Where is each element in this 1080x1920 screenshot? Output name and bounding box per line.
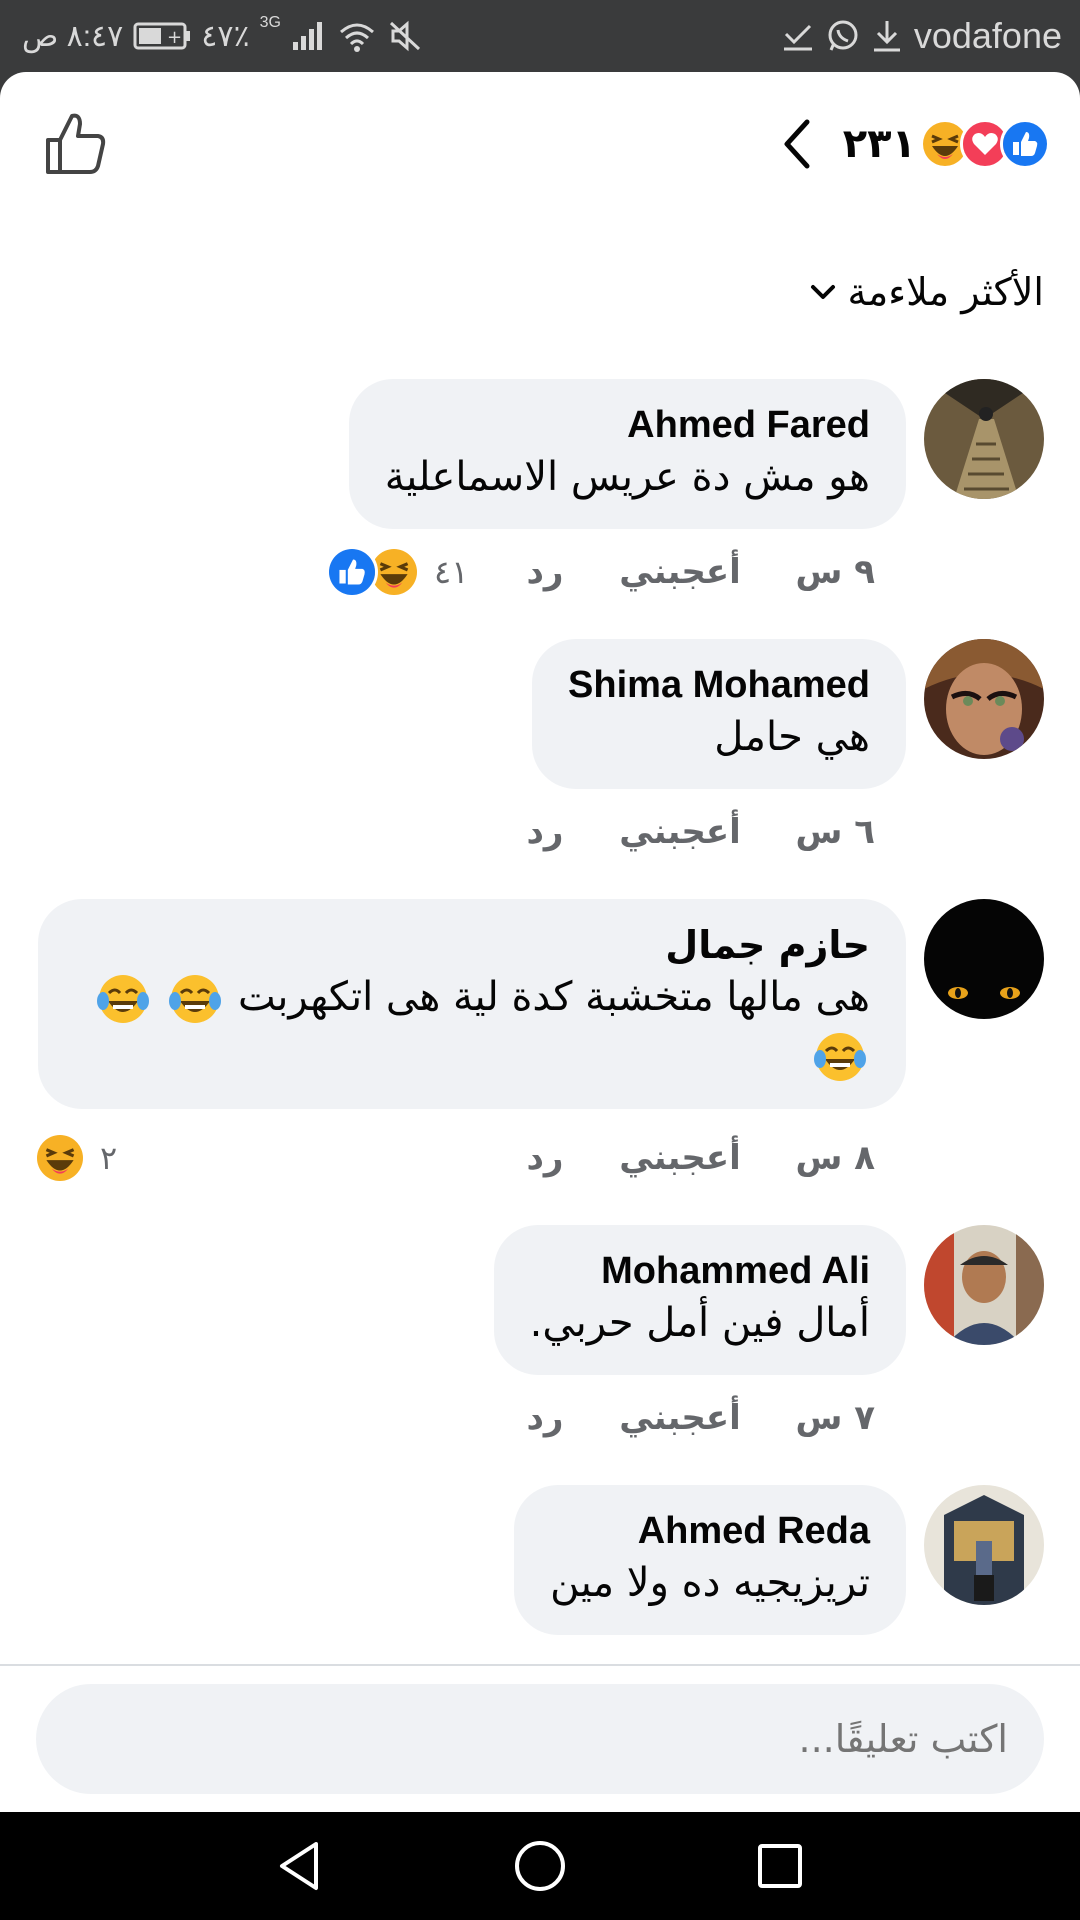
reaction-count: ٢٣١ [842, 122, 916, 166]
reaction-count: ٢ [100, 1139, 118, 1177]
comment-actions: ٧ س أعجبني رد [505, 1398, 875, 1438]
like-button[interactable]: أعجبني [615, 1398, 745, 1438]
recents-nav-icon[interactable] [750, 1836, 810, 1896]
comment-bubble[interactable]: Ahmed Fared هو مش دة عريس الاسماعلية [348, 379, 906, 529]
comment-input[interactable] [36, 1684, 1044, 1794]
back-nav-icon[interactable] [270, 1836, 330, 1896]
clock: ٨:٤٧ ص [22, 19, 124, 53]
comment-actions: ٩ س أعجبني رد [505, 552, 875, 592]
like-button[interactable]: أعجبني [615, 1138, 745, 1178]
mute-icon [387, 19, 423, 53]
avatar[interactable] [924, 1485, 1044, 1605]
comment-text: أمال فين أمل حربي. [529, 1300, 870, 1346]
svg-text:+: + [167, 27, 182, 48]
like-reaction-icon [326, 546, 378, 598]
comment-time: ٨ س [795, 1138, 875, 1178]
comment-text: هي حامل [714, 714, 870, 760]
avatar[interactable] [924, 379, 1044, 499]
comment-author[interactable]: Mohammed Ali [530, 1247, 870, 1295]
like-outline-icon[interactable] [42, 110, 108, 176]
like-button[interactable]: أعجبني [615, 552, 745, 592]
comment-reactions[interactable]: ٢ [34, 1132, 117, 1184]
home-nav-icon[interactable] [510, 1836, 570, 1896]
system-navigation-bar [0, 1812, 1080, 1920]
comment-text: هى مالها متخشبة كدة لية هى اتكهربت [74, 969, 870, 1085]
network-type: 3G [259, 14, 281, 31]
battery-percent: ٤٧٪ [201, 19, 250, 53]
comment-reactions[interactable]: ٤١ [326, 546, 468, 598]
comment-author[interactable]: Shima Mohamed [568, 661, 870, 709]
comment-text: هو مش دة عريس الاسماعلية [384, 454, 870, 500]
download-icon [872, 19, 902, 53]
comment-author[interactable]: Ahmed Fared [385, 401, 870, 449]
reply-button[interactable]: رد [505, 1138, 585, 1178]
reaction-summary[interactable]: ٢٣١ [777, 116, 1050, 172]
comment-author[interactable]: حازم جمال [74, 921, 870, 969]
chevron-left-icon[interactable] [777, 116, 817, 172]
comment-bubble[interactable]: Mohammed Ali أمال فين أمل حربي. [493, 1225, 906, 1375]
comment-author[interactable]: Ahmed Reda [550, 1507, 870, 1555]
comment-bubble[interactable]: Ahmed Reda تريزيجيه ده ولا مين [514, 1485, 906, 1635]
tears-of-joy-icon [167, 971, 223, 1027]
chevron-down-icon [810, 285, 835, 299]
status-bar: ٨:٤٧ ص + ٤٧٪ 3G vodafone [0, 0, 1080, 72]
comments-sheet: ٢٣١ الأكثر ملاءمة Ahmed Fared هو مش دة ع… [0, 72, 1080, 1812]
like-reaction-icon [1000, 119, 1050, 169]
reaction-count: ٤١ [434, 553, 469, 591]
comment-time: ٧ س [795, 1398, 875, 1438]
haha-reaction-icon [34, 1132, 86, 1184]
tears-of-joy-icon [95, 971, 151, 1027]
sort-dropdown[interactable]: الأكثر ملاءمة [808, 262, 1044, 322]
carrier-name: vodafone [913, 15, 1062, 56]
comment-text: تريزيجيه ده ولا مين [550, 1560, 870, 1606]
comment-actions: ٨ س أعجبني رد [505, 1138, 875, 1178]
avatar[interactable] [924, 1225, 1044, 1345]
avatar[interactable] [924, 899, 1044, 1019]
like-button[interactable]: أعجبني [615, 812, 745, 852]
comment-bubble[interactable]: حازم جمال هى مالها متخشبة كدة لية هى اتك… [38, 899, 906, 1109]
status-left: ٨:٤٧ ص + ٤٧٪ 3G [22, 14, 423, 58]
comment-time: ٦ س [795, 812, 875, 852]
signal-icon [291, 20, 327, 52]
comment-actions: ٦ س أعجبني رد [505, 812, 875, 852]
battery-icon: + [133, 21, 191, 51]
comment-bubble[interactable]: Shima Mohamed هي حامل [532, 639, 906, 789]
status-right: vodafone [782, 14, 1062, 58]
comment-time: ٩ س [795, 552, 875, 592]
reply-button[interactable]: رد [505, 1398, 585, 1438]
whatsapp-icon [826, 19, 860, 53]
tears-of-joy-icon [812, 1029, 868, 1085]
reply-button[interactable]: رد [505, 812, 585, 852]
reactions-header: ٢٣١ [0, 72, 1080, 212]
check-download-icon [782, 20, 814, 52]
avatar[interactable] [924, 639, 1044, 759]
comment-composer [0, 1664, 1080, 1812]
reply-button[interactable]: رد [505, 552, 585, 592]
wifi-icon [337, 20, 377, 52]
sort-label: الأكثر ملاءمة [847, 270, 1044, 314]
